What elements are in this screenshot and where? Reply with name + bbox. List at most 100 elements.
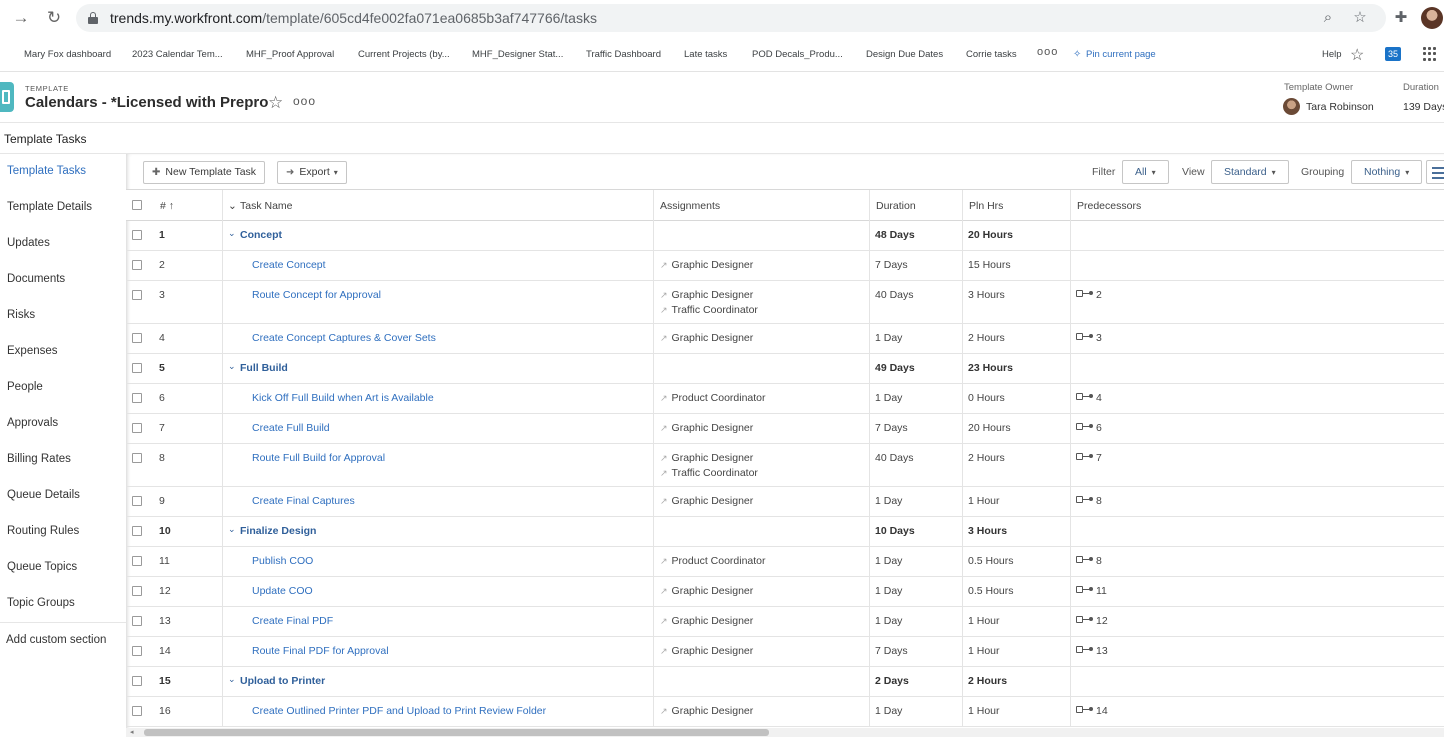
bookmark-item[interactable]: Corrie tasks xyxy=(966,49,1017,60)
nav-item-expenses[interactable]: Expenses xyxy=(7,345,58,357)
zoom-icon[interactable]: ⌕ xyxy=(1318,9,1338,27)
predecessor-cell[interactable]: 12 xyxy=(1076,615,1108,627)
task-name-link[interactable]: Upload to Printer xyxy=(240,675,325,687)
column-header-task-name[interactable]: Task Name xyxy=(240,200,293,212)
task-name-link[interactable]: Create Concept Captures & Cover Sets xyxy=(252,332,436,344)
assignments-cell[interactable]: ↗ Graphic Designer xyxy=(660,615,753,630)
nav-item-billing-rates[interactable]: Billing Rates xyxy=(7,453,71,465)
task-name-link[interactable]: Create Final PDF xyxy=(252,615,333,627)
row-checkbox[interactable] xyxy=(132,496,142,506)
assignments-cell[interactable]: ↗ Graphic Designer ↗ Traffic Coordinator xyxy=(660,289,758,319)
predecessor-cell[interactable]: 6 xyxy=(1076,422,1102,434)
profile-avatar[interactable] xyxy=(1421,7,1443,29)
row-checkbox[interactable] xyxy=(132,676,142,686)
export-button[interactable]: ➜ Export ▾ xyxy=(277,161,347,184)
assignments-cell[interactable]: ↗ Product Coordinator xyxy=(660,392,766,407)
notification-badge[interactable]: 35 xyxy=(1385,47,1401,61)
view-select[interactable]: Standard ▾ xyxy=(1211,160,1289,184)
bookmark-item[interactable]: MHF_Proof Approval xyxy=(246,49,334,60)
predecessor-cell[interactable]: 8 xyxy=(1076,555,1102,567)
column-header-number[interactable]: # ↑ xyxy=(160,200,174,212)
help-link[interactable]: Help xyxy=(1322,49,1342,60)
task-row[interactable]: 6 Kick Off Full Build when Art is Availab… xyxy=(126,384,1444,414)
collapse-chevron-icon[interactable]: ⌄ xyxy=(228,524,236,535)
task-row[interactable]: 2 Create Concept ↗ Graphic Designer 7 Days 15… xyxy=(126,251,1444,281)
collapse-all-chevron-icon[interactable]: ⌄ xyxy=(228,200,237,212)
bookmark-item[interactable]: Traffic Dashboard xyxy=(586,49,661,60)
bookmark-item[interactable]: Current Projects (by... xyxy=(358,49,450,60)
nav-item-updates[interactable]: Updates xyxy=(7,237,50,249)
assignment-role[interactable]: ↗ Graphic Designer xyxy=(660,495,753,510)
scrollbar-thumb[interactable] xyxy=(144,729,769,736)
assignments-cell[interactable]: ↗ Graphic Designer xyxy=(660,332,753,347)
app-grid-icon[interactable] xyxy=(1423,47,1437,61)
grouping-select[interactable]: Nothing ▾ xyxy=(1351,160,1423,184)
nav-item-queue-topics[interactable]: Queue Topics xyxy=(7,561,77,573)
assignments-cell[interactable]: ↗ Graphic Designer xyxy=(660,259,753,274)
assignment-role[interactable]: ↗ Product Coordinator xyxy=(660,392,766,407)
more-options-icon[interactable]: ooo xyxy=(293,94,316,108)
reload-icon[interactable]: ↻ xyxy=(43,8,65,28)
row-checkbox[interactable] xyxy=(132,363,142,373)
task-name-link[interactable]: Publish COO xyxy=(252,555,313,567)
bookmark-item[interactable]: POD Decals_Produ... xyxy=(752,49,843,60)
assignment-role[interactable]: ↗ Graphic Designer xyxy=(660,332,753,347)
assignment-role[interactable]: ↗ Traffic Coordinator xyxy=(660,304,758,319)
owner-name[interactable]: Tara Robinson xyxy=(1306,101,1374,113)
predecessor-cell[interactable]: 8 xyxy=(1076,495,1102,507)
task-row[interactable]: 16 Create Outlined Printer PDF and Upload… xyxy=(126,697,1444,727)
assignments-cell[interactable]: ↗ Graphic Designer xyxy=(660,585,753,600)
assignments-cell[interactable]: ↗ Product Coordinator xyxy=(660,555,766,570)
task-name-link[interactable]: Create Concept xyxy=(252,259,326,271)
task-row[interactable]: 12 Update COO ↗ Graphic Designer 1 Day 0.5 Ho… xyxy=(126,577,1444,607)
task-name-link[interactable]: Full Build xyxy=(240,362,288,374)
assignment-role[interactable]: ↗ Graphic Designer xyxy=(660,259,753,274)
bookmark-item[interactable]: Mary Fox dashboard xyxy=(24,49,111,60)
assignment-role[interactable]: ↗ Graphic Designer xyxy=(660,289,758,304)
task-name-link[interactable]: Route Concept for Approval xyxy=(252,289,381,301)
pin-current-page-link[interactable]: ✧ Pin current page xyxy=(1073,49,1156,60)
task-group-row[interactable]: 15 ⌄ Upload to Printer 2 Days 2 Hours xyxy=(126,667,1444,697)
assignment-role[interactable]: ↗ Graphic Designer xyxy=(660,585,753,600)
favorite-star-icon[interactable]: ☆ xyxy=(268,93,283,113)
favorites-star-icon[interactable]: ☆ xyxy=(1350,45,1364,65)
url-text[interactable]: trends.my.workfront.com/template/605cd4f… xyxy=(110,10,597,26)
predecessor-cell[interactable]: 3 xyxy=(1076,332,1102,344)
row-checkbox[interactable] xyxy=(132,290,142,300)
task-name-link[interactable]: Update COO xyxy=(252,585,313,597)
task-group-row[interactable]: 10 ⌄ Finalize Design 10 Days 3 Hours xyxy=(126,517,1444,547)
row-checkbox[interactable] xyxy=(132,526,142,536)
bookmark-item[interactable]: Design Due Dates xyxy=(866,49,943,60)
nav-item-topic-groups[interactable]: Topic Groups xyxy=(7,597,75,609)
task-name-link[interactable]: Concept xyxy=(240,229,282,241)
task-row[interactable]: 9 Create Final Captures ↗ Graphic Designer 1… xyxy=(126,487,1444,517)
column-header-assignments[interactable]: Assignments xyxy=(660,200,720,212)
task-name-link[interactable]: Create Outlined Printer PDF and Upload t… xyxy=(252,705,546,717)
predecessor-cell[interactable]: 11 xyxy=(1076,585,1107,597)
row-checkbox[interactable] xyxy=(132,393,142,403)
column-header-pln-hrs[interactable]: Pln Hrs xyxy=(969,200,1003,212)
assignments-cell[interactable]: ↗ Graphic Designer ↗ Traffic Coordinator xyxy=(660,452,758,482)
add-custom-section-link[interactable]: Add custom section xyxy=(6,634,106,646)
assignments-cell[interactable]: ↗ Graphic Designer xyxy=(660,422,753,437)
row-checkbox[interactable] xyxy=(132,646,142,656)
assignments-cell[interactable]: ↗ Graphic Designer xyxy=(660,705,753,720)
predecessor-cell[interactable]: 14 xyxy=(1076,705,1108,717)
predecessor-cell[interactable]: 13 xyxy=(1076,645,1108,657)
task-row[interactable]: 14 Route Final PDF for Approval ↗ Graphic D… xyxy=(126,637,1444,667)
row-checkbox[interactable] xyxy=(132,586,142,596)
task-row[interactable]: 13 Create Final PDF ↗ Graphic Designer 1 Day… xyxy=(126,607,1444,637)
predecessor-cell[interactable]: 7 xyxy=(1076,452,1102,464)
task-row[interactable]: 11 Publish COO ↗ Product Coordinator 1 Day 0.… xyxy=(126,547,1444,577)
more-bookmarks-icon[interactable]: ooo xyxy=(1037,46,1058,58)
task-name-link[interactable]: Create Final Captures xyxy=(252,495,355,507)
row-checkbox[interactable] xyxy=(132,556,142,566)
nav-item-people[interactable]: People xyxy=(7,381,43,393)
row-checkbox[interactable] xyxy=(132,423,142,433)
column-menu-icon[interactable] xyxy=(1426,160,1444,184)
column-header-predecessors[interactable]: Predecessors xyxy=(1077,200,1141,212)
assignment-role[interactable]: ↗ Product Coordinator xyxy=(660,555,766,570)
row-checkbox[interactable] xyxy=(132,706,142,716)
new-template-task-button[interactable]: ✚ New Template Task xyxy=(143,161,266,184)
bookmark-item[interactable]: MHF_Designer Stat... xyxy=(472,49,563,60)
